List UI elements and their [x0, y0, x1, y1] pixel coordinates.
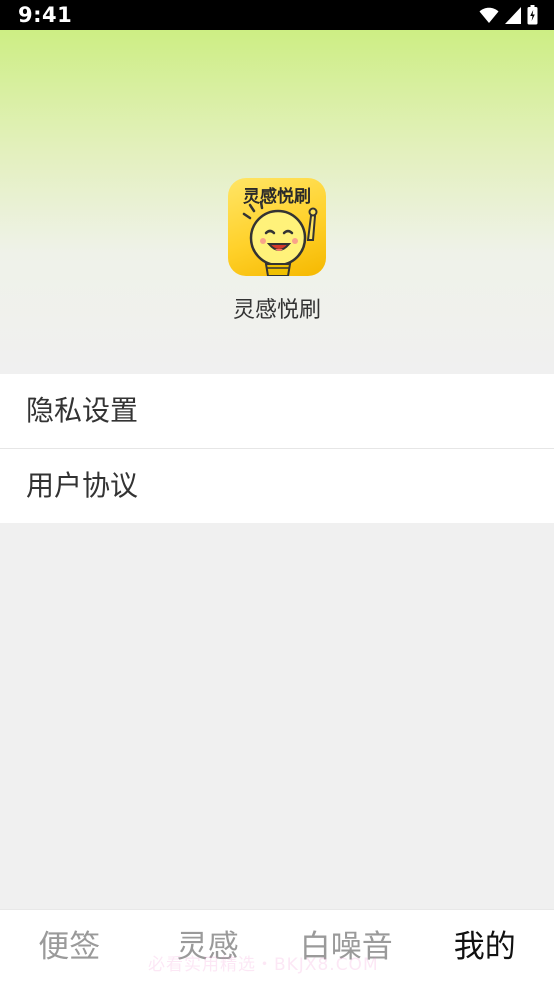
battery-icon	[527, 5, 538, 29]
watermark: 必看实用精选・BKJX8.COM	[148, 955, 379, 975]
user-agreement-item[interactable]: 用户协议	[0, 449, 554, 523]
screen: 9:41 灵感悦刷 灵感悦刷 隐私设置 用户协议 便签 灵感 白噪音 我的 必看…	[0, 0, 554, 984]
app-logo-icon: 灵感悦刷	[228, 178, 326, 276]
privacy-settings-item[interactable]: 隐私设置	[0, 374, 554, 448]
wifi-icon	[479, 6, 499, 28]
profile-header: 灵感悦刷 灵感悦刷	[0, 30, 554, 374]
status-time: 9:41	[18, 3, 73, 27]
status-icons	[479, 5, 538, 29]
app-name: 灵感悦刷	[232, 298, 321, 323]
status-bar: 9:41	[0, 0, 554, 30]
settings-menu: 隐私设置 用户协议	[0, 374, 554, 523]
svg-text:灵感悦刷: 灵感悦刷	[243, 186, 311, 207]
tab-notes[interactable]: 便签	[0, 910, 139, 984]
signal-icon	[505, 6, 521, 28]
tab-mine[interactable]: 我的	[416, 910, 554, 984]
